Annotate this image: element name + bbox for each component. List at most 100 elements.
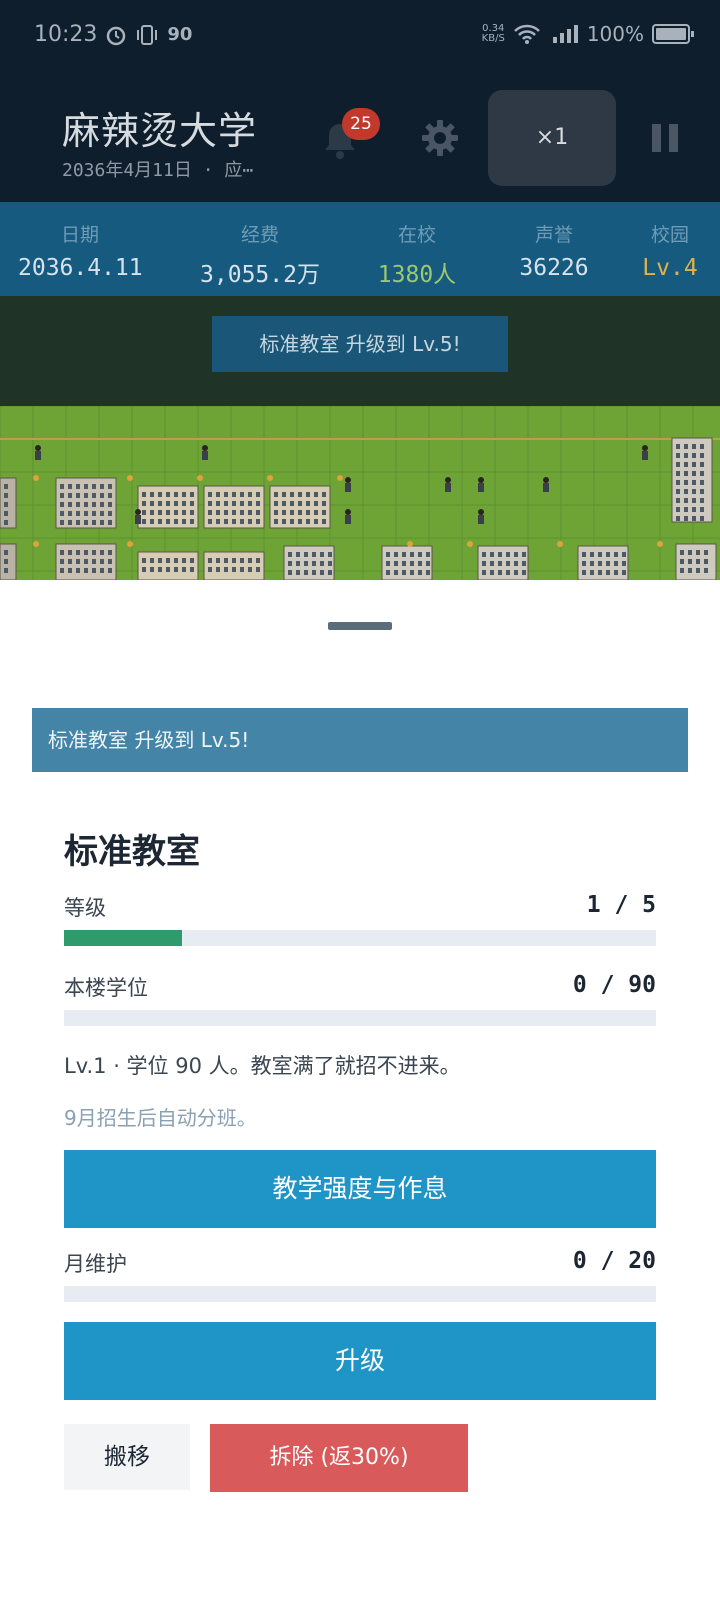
building-window bbox=[598, 552, 602, 557]
student-head bbox=[445, 477, 451, 483]
building-window bbox=[208, 492, 212, 497]
building-window bbox=[482, 552, 486, 557]
building-window bbox=[684, 471, 688, 476]
student-head bbox=[135, 509, 141, 515]
move-button[interactable]: 搬移 bbox=[64, 1424, 190, 1490]
building-window bbox=[174, 519, 178, 524]
building-window bbox=[150, 558, 154, 563]
building-window bbox=[282, 501, 286, 506]
building-window bbox=[100, 568, 104, 573]
building-window bbox=[240, 567, 244, 572]
campus-map[interactable] bbox=[0, 406, 720, 580]
building-window bbox=[248, 501, 252, 506]
toast-message: 标准教室 升级到 Lv.5! bbox=[212, 316, 508, 372]
building-window bbox=[224, 492, 228, 497]
student-body bbox=[35, 451, 41, 460]
gear-icon[interactable] bbox=[420, 118, 460, 158]
building-window bbox=[684, 453, 688, 458]
building-note: 9月招生后自动分班。 bbox=[64, 1106, 257, 1130]
building-window bbox=[506, 561, 510, 566]
building-window bbox=[676, 489, 680, 494]
building-window bbox=[490, 561, 494, 566]
student-body bbox=[642, 451, 648, 460]
building-window bbox=[482, 570, 486, 575]
building-window bbox=[100, 550, 104, 555]
map-building[interactable] bbox=[203, 551, 265, 580]
building-window bbox=[150, 567, 154, 572]
building-window bbox=[328, 561, 332, 566]
building-window bbox=[288, 552, 292, 557]
building-description: Lv.1 · 学位 90 人。教室满了就招不进来。 bbox=[64, 1054, 461, 1078]
pause-icon[interactable] bbox=[652, 124, 678, 152]
building-window bbox=[84, 550, 88, 555]
building-window bbox=[410, 570, 414, 575]
stat-label: 在校 bbox=[397, 224, 436, 246]
building-window bbox=[680, 568, 684, 573]
building-window bbox=[190, 501, 194, 506]
status-bar: 10:23 90 0.34 KB/S 100% bbox=[0, 0, 720, 72]
building-window bbox=[158, 519, 162, 524]
upgrade-button[interactable]: 升级 bbox=[64, 1322, 656, 1400]
seats-label: 本楼学位 bbox=[64, 976, 148, 1000]
building-window bbox=[142, 501, 146, 506]
building-window bbox=[108, 520, 112, 525]
building-window bbox=[306, 510, 310, 515]
building-window bbox=[700, 498, 704, 503]
building-title: 标准教室 bbox=[64, 832, 200, 872]
building-window bbox=[68, 493, 72, 498]
building-window bbox=[274, 510, 278, 515]
map-building[interactable] bbox=[137, 551, 199, 580]
building-window bbox=[590, 561, 594, 566]
building-window bbox=[84, 559, 88, 564]
lamp bbox=[407, 541, 413, 547]
building-window bbox=[142, 558, 146, 563]
building-window bbox=[216, 501, 220, 506]
building-window bbox=[696, 568, 700, 573]
drag-handle[interactable] bbox=[328, 622, 392, 630]
building-window bbox=[248, 510, 252, 515]
building-window bbox=[514, 552, 518, 557]
battery-icon bbox=[652, 24, 694, 44]
stat-value: Lv.4 bbox=[642, 255, 698, 281]
building-window bbox=[522, 552, 526, 557]
building-window bbox=[296, 561, 300, 566]
student-body bbox=[202, 451, 208, 460]
building-window bbox=[314, 492, 318, 497]
signal-icon bbox=[552, 25, 578, 43]
building-window bbox=[676, 444, 680, 449]
building-window bbox=[76, 493, 80, 498]
building-window bbox=[256, 501, 260, 506]
building-window bbox=[692, 462, 696, 467]
building-window bbox=[84, 520, 88, 525]
building-window bbox=[498, 552, 502, 557]
building-window bbox=[290, 510, 294, 515]
building-window bbox=[224, 510, 228, 515]
building-window bbox=[240, 510, 244, 515]
building-window bbox=[402, 552, 406, 557]
building-window bbox=[108, 493, 112, 498]
building-window bbox=[482, 561, 486, 566]
student-head bbox=[543, 477, 549, 483]
building-window bbox=[166, 567, 170, 572]
building-window bbox=[614, 561, 618, 566]
speed-button[interactable]: ×1 bbox=[488, 90, 616, 186]
vibrate-icon bbox=[137, 24, 158, 45]
demolish-button[interactable]: 拆除 (返30%) bbox=[210, 1424, 468, 1492]
building-window bbox=[582, 552, 586, 557]
building-window bbox=[248, 492, 252, 497]
seats-progress-bar bbox=[64, 1010, 656, 1026]
status-time: 10:23 bbox=[34, 22, 98, 47]
building-window bbox=[92, 520, 96, 525]
building-window bbox=[676, 462, 680, 467]
wifi-icon bbox=[513, 24, 540, 44]
stat-label: 校园 bbox=[650, 224, 689, 246]
stat-label: 日期 bbox=[60, 224, 99, 246]
building-window bbox=[312, 561, 316, 566]
building-window bbox=[60, 550, 64, 555]
building-window bbox=[256, 492, 260, 497]
building-window bbox=[622, 561, 626, 566]
building-window bbox=[506, 570, 510, 575]
building-window bbox=[696, 550, 700, 555]
building-window bbox=[232, 501, 236, 506]
teaching-schedule-button[interactable]: 教学强度与作息 bbox=[64, 1150, 656, 1228]
